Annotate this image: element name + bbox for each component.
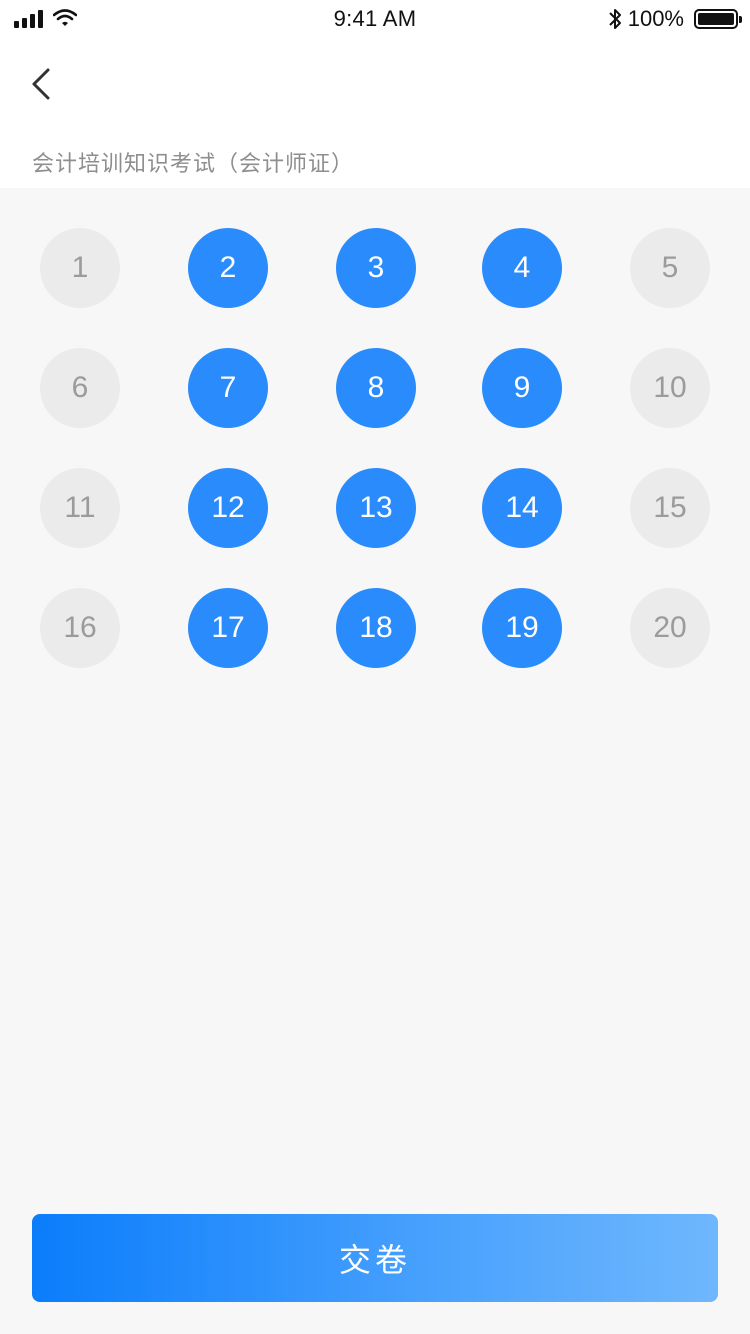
question-number-button[interactable]: 9 [482, 348, 562, 428]
question-number-button[interactable]: 15 [630, 468, 710, 548]
exam-title: 会计培训知识考试（会计师证） [32, 151, 355, 176]
question-number-button[interactable]: 5 [630, 228, 710, 308]
question-number-button[interactable]: 11 [40, 468, 120, 548]
question-number-button[interactable]: 3 [336, 228, 416, 308]
question-number-button[interactable]: 17 [188, 588, 268, 668]
chevron-left-icon [32, 68, 50, 100]
header: 会计培训知识考试（会计师证） [0, 40, 750, 188]
back-button[interactable] [24, 64, 64, 104]
question-number-button[interactable]: 4 [482, 228, 562, 308]
question-number-button[interactable]: 12 [188, 468, 268, 548]
question-number-button[interactable]: 2 [188, 228, 268, 308]
question-number-button[interactable]: 14 [482, 468, 562, 548]
question-number-button[interactable]: 7 [188, 348, 268, 428]
question-number-button[interactable]: 8 [336, 348, 416, 428]
bluetooth-icon [608, 7, 622, 31]
question-number-button[interactable]: 20 [630, 588, 710, 668]
status-bar: 9:41 AM 100% [0, 0, 750, 40]
question-number-button[interactable]: 6 [40, 348, 120, 428]
exam-answer-sheet-page: 9:41 AM 100% 会计培训知识考试（会计师证） 1 2 3 4 5 6 7 8 9 10 1… [0, 0, 750, 1334]
battery-icon [694, 9, 742, 29]
question-number-button[interactable]: 19 [482, 588, 562, 668]
question-number-button[interactable]: 1 [40, 228, 120, 308]
submit-exam-button[interactable]: 交卷 [32, 1214, 718, 1302]
question-number-button[interactable]: 10 [630, 348, 710, 428]
status-right-group: 100% [608, 6, 742, 32]
question-number-button[interactable]: 18 [336, 588, 416, 668]
question-number-button[interactable]: 16 [40, 588, 120, 668]
question-number-button[interactable]: 13 [336, 468, 416, 548]
battery-percentage: 100% [627, 6, 684, 31]
